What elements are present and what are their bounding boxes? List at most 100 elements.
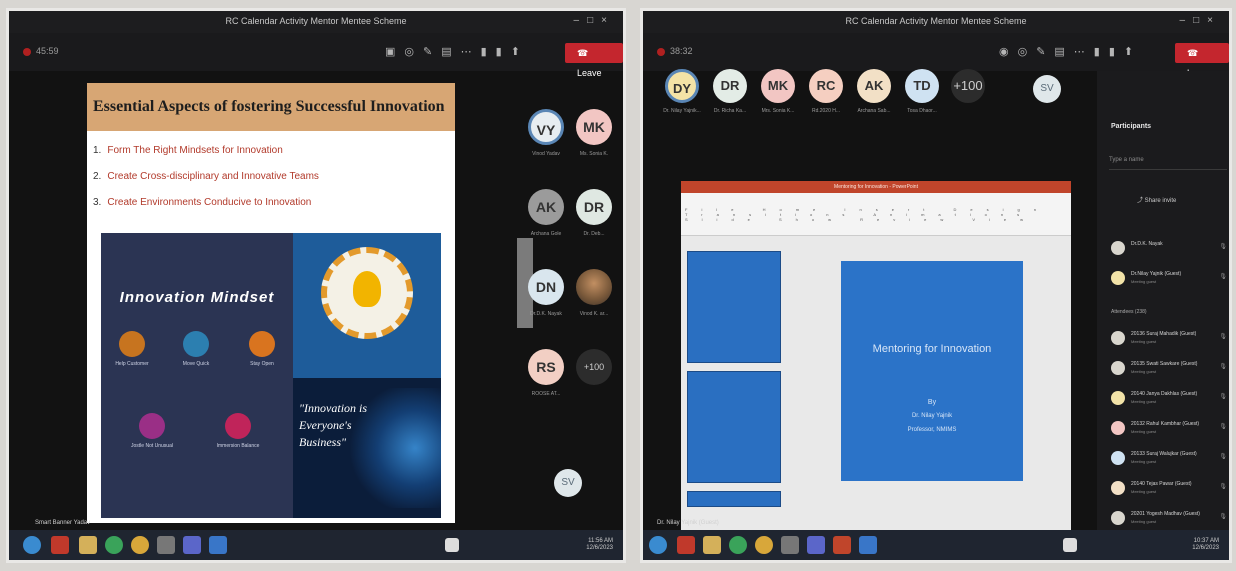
meeting-controls[interactable]: ◉◎✎▤⋯▮▮⬆: [999, 45, 1142, 58]
app-icon[interactable]: [157, 536, 175, 554]
participant-tile[interactable]: VY Vinod Yadav: [525, 109, 567, 157]
participant-tile[interactable]: DY Dr. Nilay Yajnik...: [659, 69, 705, 114]
head-icon: [249, 331, 275, 357]
participant-tile[interactable]: DN Dr.D.K. Nayak: [525, 269, 567, 317]
participant-name: 20135 Swati Sawkare (Guest): [1131, 361, 1198, 367]
chrome-icon[interactable]: [105, 536, 123, 554]
window-controls[interactable]: –□×: [1180, 15, 1221, 26]
browser-icon[interactable]: [131, 536, 149, 554]
chrome-icon[interactable]: [729, 536, 747, 554]
system-clock: 10:37 AM 12/6/2023: [1192, 538, 1219, 551]
ppt-ribbon[interactable]: File Home Insert Design Transitions Anim…: [681, 193, 1071, 236]
ribbon-tab[interactable]: Slide Show: [685, 217, 845, 222]
window-controls[interactable]: –□×: [574, 15, 615, 26]
app-icon[interactable]: [677, 536, 695, 554]
participant-row[interactable]: 20133 Suraj Walujkar (Guest) Meeting gue…: [1111, 449, 1229, 473]
participant-row[interactable]: 20136 Suraj Mahadik (Guest) Meeting gues…: [1111, 329, 1229, 353]
folder-icon[interactable]: [79, 536, 97, 554]
participant-tile[interactable]: MK Mrs. Sonia K...: [755, 69, 801, 114]
slide-thumbnail[interactable]: [687, 491, 781, 507]
slide-bullet-list: 1. Form The Right Mindsets for Innovation…: [93, 145, 319, 223]
participant-role: Meeting guest: [1131, 459, 1157, 464]
participant-name: Dr. Deb...: [583, 231, 605, 237]
participant-role: Meeting guest: [1131, 489, 1157, 494]
slide-thumbnails: [687, 251, 781, 515]
ribbon-tab[interactable]: View: [972, 217, 1037, 222]
avatar: [1111, 421, 1125, 435]
participant-row[interactable]: 20140 Janya Dakhlas (Guest) Meeting gues…: [1111, 389, 1229, 413]
participant-name: ROOSE AT...: [531, 391, 561, 397]
slide-title: Mentoring for Innovation: [872, 343, 992, 355]
participant-tile[interactable]: AK Archana Gole: [525, 189, 567, 237]
participant-tile[interactable]: AK Archana Sab...: [851, 69, 897, 114]
slide-title: Essential Aspects of fostering Successfu…: [87, 83, 455, 131]
participant-tile[interactable]: TD Tosa Dhaor...: [899, 69, 945, 114]
participant-tile[interactable]: DR Dr. Deb...: [573, 189, 615, 237]
participant-row[interactable]: 20132 Rahul Kambhar (Guest) Meeting gues…: [1111, 419, 1229, 443]
participant-name: Dr.D.K. Nayak: [530, 311, 562, 317]
share-invite-button[interactable]: ⤴ Share invite: [1137, 195, 1176, 204]
mic-icon: 🎙: [1219, 334, 1227, 340]
avatar: AK: [857, 69, 891, 103]
left-teams-screenshot: RC Calendar Activity Mentor Mentee Schem…: [6, 8, 626, 563]
start-icon[interactable]: [23, 536, 41, 554]
app-icon[interactable]: [209, 536, 227, 554]
self-avatar[interactable]: SV: [1033, 75, 1061, 103]
presenter-tag: Dr. Nilay Yajnik (Guest): [657, 520, 719, 526]
innovation-mindset-graphic: Innovation Mindset Help Customer Move Qu…: [101, 233, 293, 518]
notepad-icon[interactable]: [445, 538, 459, 552]
attendees-label: Attendees (238): [1111, 309, 1147, 315]
participant-tile[interactable]: RS ROOSE AT...: [525, 349, 567, 397]
participant-tile[interactable]: RC Rd.2020 H...: [803, 69, 849, 114]
brain-icon: [183, 331, 209, 357]
start-icon[interactable]: [649, 536, 667, 554]
current-slide: Mentoring for Innovation By Dr. Nilay Ya…: [841, 261, 1023, 481]
participant-name: 20201 Yogesh Madhav (Guest): [1131, 511, 1200, 517]
quote-graphic: "Innovation is Everyone's Business": [293, 378, 441, 518]
leave-button[interactable]: ☎ Leave: [565, 43, 623, 78]
app-icon[interactable]: [859, 536, 877, 554]
meeting-controls[interactable]: ▣◎✎▤⋯▮▮⬆: [385, 45, 529, 58]
app-icon[interactable]: [51, 536, 69, 554]
browser-icon[interactable]: [755, 536, 773, 554]
teams-icon[interactable]: [183, 536, 201, 554]
participant-tile[interactable]: Vinod K. ar...: [573, 269, 615, 317]
leave-button[interactable]: ☎ Leave: [1175, 43, 1229, 78]
powerpoint-icon[interactable]: [833, 536, 851, 554]
participant-row[interactable]: Dr.D.K. Nayak 🎙: [1111, 239, 1229, 263]
avatar: [1111, 241, 1125, 255]
app-icon[interactable]: [781, 536, 799, 554]
participant-role: Meeting guest: [1131, 339, 1157, 344]
slide-bullet: 3. Create Environments Conducive to Innov…: [93, 197, 312, 208]
participant-role: Meeting guest: [1131, 519, 1157, 524]
teams-icon[interactable]: [807, 536, 825, 554]
slide-subtitle: By: [927, 399, 937, 406]
slide-thumbnail[interactable]: [687, 251, 781, 363]
participant-name: Ms. Sonia K.: [579, 151, 609, 157]
self-avatar[interactable]: SV: [554, 469, 582, 497]
participants-panel: Participants Type a name ⤴ Share invite …: [1097, 71, 1229, 541]
folder-icon[interactable]: [703, 536, 721, 554]
ppt-ribbon-tabs[interactable]: File Home Insert Design Transitions Anim…: [685, 207, 1071, 222]
participant-tile[interactable]: DR Dr. Richa Ka...: [707, 69, 753, 114]
notepad-icon[interactable]: [1063, 538, 1077, 552]
participant-row[interactable]: 20135 Swati Sawkare (Guest) Meeting gues…: [1111, 359, 1229, 383]
avatar: RC: [809, 69, 843, 103]
participant-tile[interactable]: MK Ms. Sonia K.: [573, 109, 615, 157]
mindset-item: Jostle Not Unusual: [127, 413, 177, 449]
participant-name: 20140 Tejas Pawar (Guest): [1131, 481, 1192, 487]
avatar: [1111, 271, 1125, 285]
participant-search-input[interactable]: Type a name: [1109, 151, 1227, 170]
record-icon: [23, 47, 31, 56]
figure-icon: [225, 413, 251, 439]
ribbon-tab[interactable]: Review: [860, 217, 957, 222]
more-participants-button[interactable]: +100: [945, 69, 991, 103]
participant-row[interactable]: 20140 Tejas Pawar (Guest) Meeting guest …: [1111, 479, 1229, 503]
avatar: MK: [761, 69, 795, 103]
slide-thumbnail[interactable]: [687, 371, 781, 483]
participant-role: Meeting guest: [1131, 279, 1157, 284]
more-participants-button[interactable]: +100: [573, 349, 615, 385]
participant-row[interactable]: Dr.Nilay Yajnik (Guest) Meeting guest 🎙: [1111, 269, 1229, 293]
slide-author: Dr. Nilay Yajnik: [911, 413, 953, 419]
overflow-count: +100: [576, 349, 612, 385]
